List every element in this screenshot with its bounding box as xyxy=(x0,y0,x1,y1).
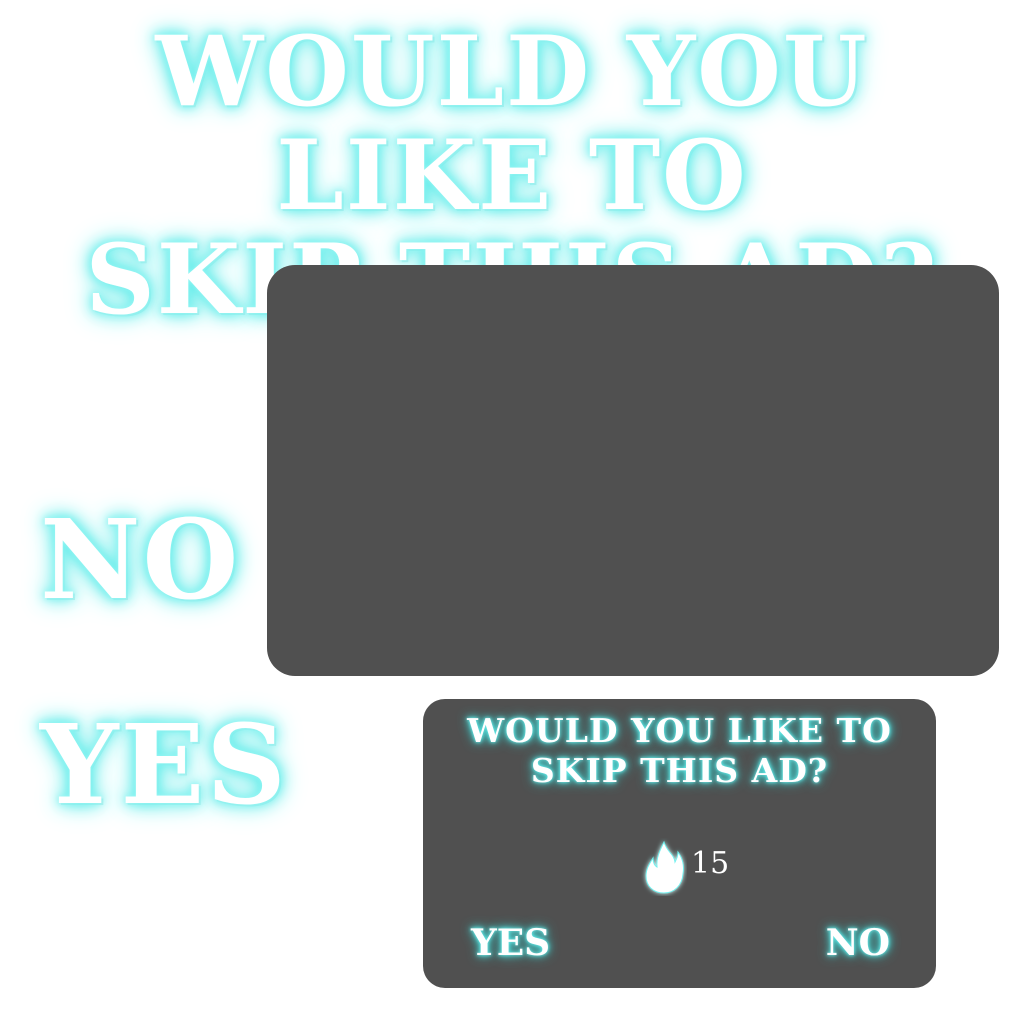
skip-cost: 15 xyxy=(641,837,729,897)
flame-icon xyxy=(645,840,684,894)
dialog-title-line2: SKIP THIS AD? xyxy=(530,751,829,790)
ad-background-panel xyxy=(267,265,999,676)
dialog-title-line1: WOULD YOU LIKE TO xyxy=(467,711,892,750)
skip-ad-title-line1: WOULD YOU LIKE TO xyxy=(155,15,869,232)
dialog-title: WOULD YOU LIKE TO SKIP THIS AD? xyxy=(423,711,936,791)
no-label[interactable]: NO xyxy=(40,500,240,620)
yes-label[interactable]: YES xyxy=(40,705,288,825)
yes-button[interactable]: YES xyxy=(471,921,550,965)
no-button[interactable]: NO xyxy=(826,921,890,965)
cost-value: 15 xyxy=(691,845,730,881)
skip-ad-dialog: WOULD YOU LIKE TO SKIP THIS AD? 15 YES N… xyxy=(423,699,936,988)
